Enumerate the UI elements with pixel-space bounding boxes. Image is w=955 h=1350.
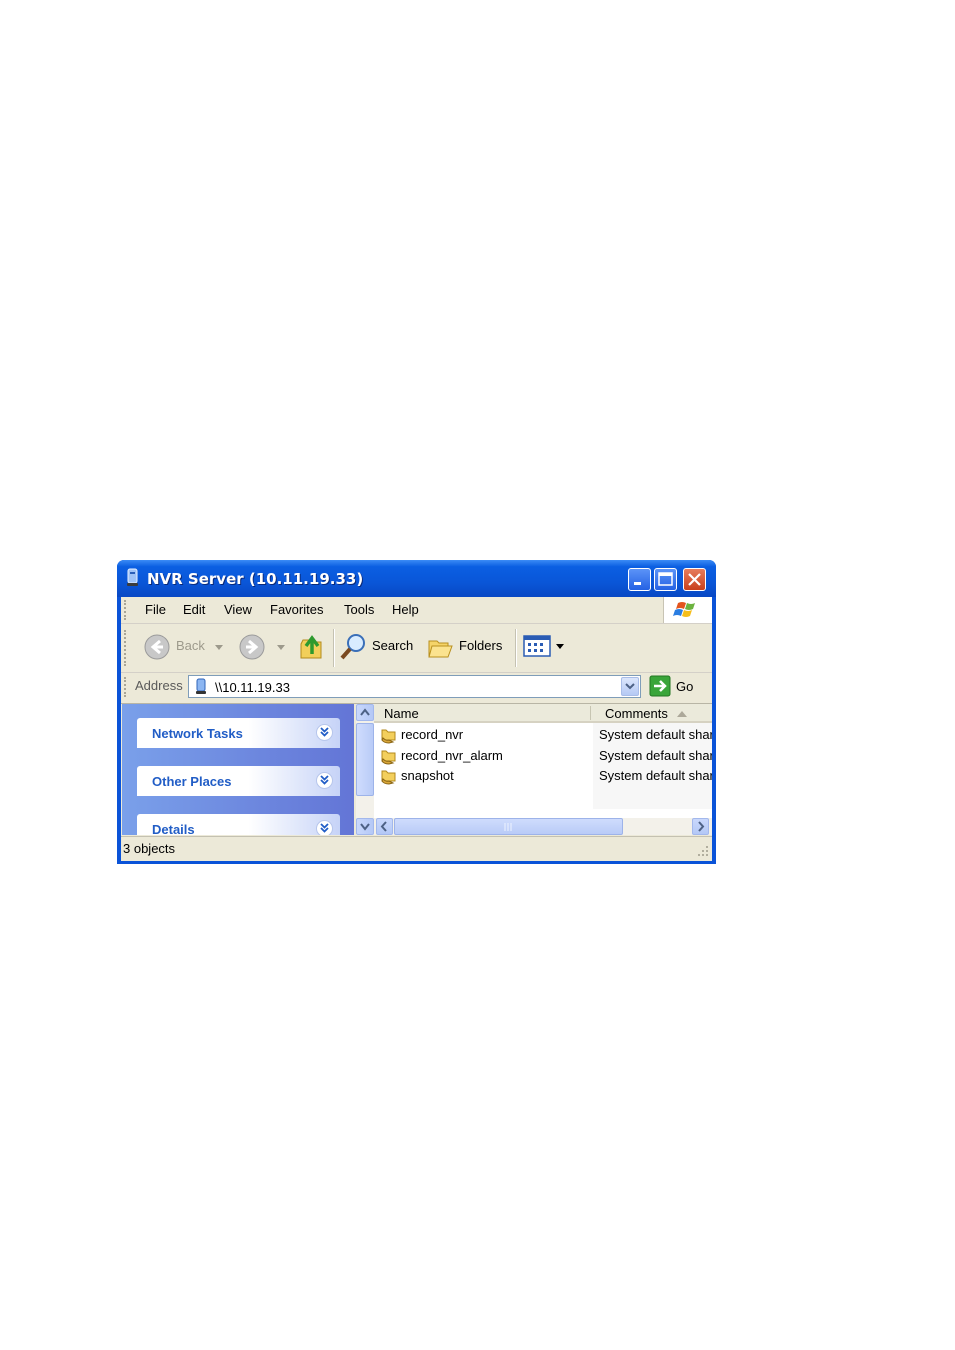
scroll-right-button[interactable] <box>692 818 709 835</box>
menu-edit[interactable]: Edit <box>183 602 205 617</box>
views-dropdown-icon <box>556 644 564 649</box>
address-grip[interactable] <box>124 677 129 697</box>
column-header-comments[interactable]: Comments <box>605 706 668 721</box>
sort-ascending-icon <box>677 711 687 717</box>
go-arrow-icon <box>649 675 671 697</box>
search-button[interactable]: Search <box>339 632 417 662</box>
chevron-right-icon <box>698 821 705 832</box>
task-pane: Network Tasks Other Places Details <box>122 704 354 835</box>
standard-toolbar: Back Search Folders <box>121 624 712 673</box>
explorer-window: NVR Server (10.11.19.33) File Edit View … <box>117 560 716 864</box>
horizontal-scrollbar[interactable] <box>374 818 712 835</box>
scroll-left-button[interactable] <box>376 818 393 835</box>
network-computer-icon <box>127 568 138 586</box>
network-tasks-label: Network Tasks <box>152 726 243 741</box>
title-bar[interactable]: NVR Server (10.11.19.33) <box>117 560 716 597</box>
views-icon <box>523 635 551 657</box>
resize-grip-icon[interactable] <box>696 844 710 858</box>
other-places-label: Other Places <box>152 774 232 789</box>
scroll-down-button[interactable] <box>356 818 374 835</box>
file-name: record_nvr_alarm <box>401 748 503 763</box>
close-button[interactable] <box>683 568 706 591</box>
address-bar: Address \\10.11.19.33 Go <box>121 673 712 704</box>
window-title: NVR Server (10.11.19.33) <box>147 570 364 588</box>
up-folder-icon <box>300 635 322 659</box>
list-item[interactable]: snapshot System default shar <box>374 766 712 786</box>
grip-lines-icon <box>504 823 512 831</box>
back-arrow-icon <box>144 634 170 660</box>
go-label: Go <box>676 679 694 694</box>
file-comment: System default shar <box>599 727 712 742</box>
back-label: Back <box>176 638 205 653</box>
scroll-thumb[interactable] <box>356 723 374 796</box>
menu-bar: File Edit View Favorites Tools Help <box>121 597 712 624</box>
chevron-double-down-icon[interactable] <box>316 772 333 789</box>
network-tasks-header[interactable]: Network Tasks <box>137 718 340 748</box>
maximize-icon <box>658 572 673 586</box>
address-input[interactable]: \\10.11.19.33 <box>188 675 641 698</box>
windows-logo <box>663 597 712 623</box>
shared-folder-icon <box>381 750 396 765</box>
scroll-up-button[interactable] <box>356 704 374 721</box>
chevron-up-icon <box>360 708 370 716</box>
file-name: snapshot <box>401 768 454 783</box>
address-dropdown-button[interactable] <box>621 677 639 696</box>
menu-favorites[interactable]: Favorites <box>270 602 323 617</box>
chevron-down-icon <box>360 823 370 831</box>
details-label: Details <box>152 822 195 835</box>
chevron-double-down-icon[interactable] <box>316 724 333 741</box>
search-icon <box>340 634 365 660</box>
window-client: File Edit View Favorites Tools Help Back… <box>121 597 712 861</box>
status-bar: 3 objects <box>121 836 712 861</box>
back-button[interactable]: Back <box>143 632 229 662</box>
list-item[interactable]: record_nvr System default shar <box>374 725 712 745</box>
status-text: 3 objects <box>123 841 176 856</box>
menu-tools[interactable]: Tools <box>344 602 374 617</box>
maximize-button[interactable] <box>654 568 677 591</box>
close-icon <box>688 573 701 586</box>
menu-view[interactable]: View <box>224 602 252 617</box>
task-pane-scrollbar[interactable] <box>356 704 374 835</box>
go-button[interactable]: Go <box>649 675 699 699</box>
toolbar-grip[interactable] <box>124 630 129 666</box>
address-value: \\10.11.19.33 <box>215 680 290 695</box>
forward-dropdown-icon[interactable] <box>277 645 285 651</box>
menu-help[interactable]: Help <box>392 602 419 617</box>
address-label: Address <box>135 678 183 693</box>
up-folder-button[interactable] <box>297 632 327 662</box>
shared-folder-icon <box>381 770 396 785</box>
back-dropdown-icon[interactable] <box>215 645 223 651</box>
toolbar-separator <box>515 629 517 667</box>
minimize-button[interactable] <box>628 568 651 591</box>
folders-label: Folders <box>459 638 503 653</box>
windows-flag-icon <box>673 602 695 617</box>
shared-folder-icon <box>381 729 396 744</box>
minimize-icon <box>634 582 641 585</box>
chevron-left-icon <box>380 821 387 832</box>
file-comment: System default shar <box>599 748 712 763</box>
views-button[interactable] <box>523 634 565 660</box>
file-comment: System default shar <box>599 768 712 783</box>
folders-button[interactable]: Folders <box>426 632 508 662</box>
menu-grip[interactable] <box>124 600 129 620</box>
details-header[interactable]: Details <box>137 814 340 835</box>
search-label: Search <box>372 638 414 653</box>
menu-file[interactable]: File <box>145 602 166 617</box>
column-header-row: Name Comments <box>374 704 712 723</box>
forward-button[interactable] <box>238 632 288 662</box>
column-header-name[interactable]: Name <box>384 706 419 721</box>
chevron-double-down-icon[interactable] <box>316 820 333 835</box>
other-places-header[interactable]: Other Places <box>137 766 340 796</box>
file-name: record_nvr <box>401 727 464 742</box>
chevron-down-icon <box>625 683 635 690</box>
forward-arrow-icon <box>239 634 265 660</box>
network-computer-icon <box>196 678 206 694</box>
toolbar-separator <box>333 629 335 667</box>
column-divider[interactable] <box>590 706 591 720</box>
list-item[interactable]: record_nvr_alarm System default shar <box>374 746 712 766</box>
folders-icon <box>428 640 453 658</box>
horizontal-scroll-thumb[interactable] <box>394 818 623 835</box>
file-list: Name Comments record_nvr System default … <box>374 704 712 835</box>
